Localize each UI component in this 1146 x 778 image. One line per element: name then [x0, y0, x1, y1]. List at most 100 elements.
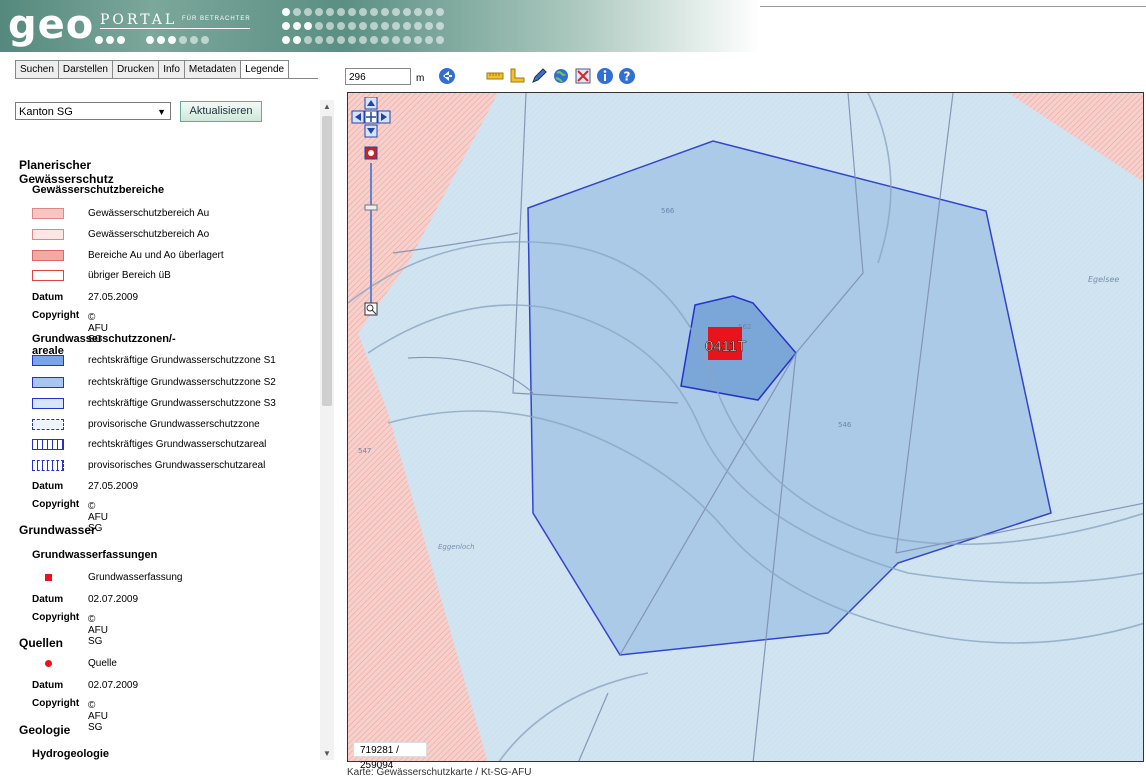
- legend-item: Gewässerschutzbereich Ao: [32, 227, 209, 241]
- datum-value: 27.05.2009: [88, 481, 139, 492]
- swatch-wrap: [32, 659, 64, 667]
- header-rule: [760, 6, 1146, 7]
- legend-item-label: Bereiche Au und Ao überlagert: [88, 249, 224, 261]
- legend-item: provisorisches Grundwasserschutzareal: [32, 458, 265, 472]
- legend-scrollbar[interactable]: ▲ ▼: [320, 100, 334, 760]
- swatch-ao: [32, 228, 64, 240]
- pan-up-icon[interactable]: [364, 97, 378, 110]
- legend-item-label: Grundwasserfassung: [88, 571, 183, 583]
- legend-item: rechtskräftiges Grundwasserschutzareal: [32, 437, 266, 451]
- height-label: 566: [661, 207, 675, 215]
- pan-right-icon[interactable]: [377, 110, 391, 124]
- scroll-up-icon[interactable]: ▲: [323, 102, 331, 111]
- height-label: 546: [838, 421, 852, 429]
- legend-group-title: Gewässerschutzbereiche: [32, 184, 165, 196]
- tab-bar: Suchen Darstellen Drucken Info Metadaten…: [15, 60, 290, 79]
- place-label: Egelsee: [1088, 275, 1119, 284]
- swatch-s3: [32, 397, 64, 409]
- legend-item: Bereiche Au und Ao überlagert: [32, 248, 224, 262]
- legend-item-label: Gewässerschutzbereich Ao: [88, 228, 210, 240]
- copyright-value: © AFU SG: [88, 614, 108, 647]
- portal-subtitle: FÜR BETRACHTER: [182, 16, 251, 22]
- pan-down-icon[interactable]: [364, 124, 378, 138]
- tab-metadaten[interactable]: Metadaten: [183, 60, 241, 79]
- legend-section-title: Geologie: [19, 723, 71, 737]
- copyright-label: Copyright: [32, 698, 80, 709]
- pencil-icon[interactable]: [530, 67, 548, 85]
- legend-item-label: rechtskräftiges Grundwasserschutzareal: [88, 438, 267, 450]
- banner-dots: [146, 36, 209, 44]
- zoom-slider-thumb[interactable]: [364, 204, 378, 211]
- area-measure-icon[interactable]: [508, 67, 526, 85]
- ruler-icon[interactable]: [486, 67, 504, 85]
- datum-value: 02.07.2009: [88, 680, 139, 691]
- legend-item: rechtskräftige Grundwasserschutzzone S3: [32, 396, 276, 410]
- zoom-track[interactable]: [370, 163, 372, 313]
- tab-suchen[interactable]: Suchen: [15, 60, 58, 79]
- legend-item-label: provisorisches Grundwasserschutzareal: [88, 459, 266, 471]
- map-canvas[interactable]: 566 562 546 547 Egelsee Eggenloch 0411T: [347, 92, 1144, 762]
- swatch-overlap: [32, 249, 64, 261]
- pan-left-icon[interactable]: [351, 110, 365, 124]
- legend-item: Grundwasserfassung: [32, 570, 183, 584]
- copyright-label: Copyright: [32, 612, 80, 623]
- place-label: Eggenloch: [438, 543, 475, 551]
- clear-map-icon[interactable]: [574, 67, 592, 85]
- tab-legende[interactable]: Legende: [240, 60, 290, 79]
- legend-item-label: Quelle: [88, 657, 117, 669]
- swatch-provisional-areal: [32, 459, 64, 471]
- coordinate-readout: 719281 / 259094: [353, 742, 427, 771]
- tab-info[interactable]: Info: [158, 60, 184, 79]
- legend-section-title: Quellen: [19, 636, 64, 650]
- globe-icon[interactable]: [552, 67, 570, 85]
- datum-label: Datum: [32, 481, 64, 492]
- swatch-s2: [32, 376, 64, 388]
- scroll-down-icon[interactable]: ▼: [323, 749, 331, 758]
- copyright-value: © AFU SG: [88, 700, 108, 733]
- datum-label: Datum: [32, 594, 64, 605]
- map-drawing: 566 562 546 547 Egelsee Eggenloch 0411T: [348, 93, 1143, 761]
- datum-value: 27.05.2009: [88, 292, 139, 303]
- help-icon[interactable]: ?: [618, 67, 636, 85]
- swatch-wrap: [32, 573, 64, 581]
- legend-item-label: rechtskräftige Grundwasserschutzzone S1: [88, 354, 276, 366]
- swatch-s1: [32, 354, 64, 366]
- zoom-full-icon[interactable]: [364, 146, 378, 160]
- legend-item: provisorische Grundwasserschutzzone: [32, 417, 260, 431]
- legend-item-label: rechtskräftige Grundwasserschutzzone S3: [88, 397, 276, 409]
- zoom-box-icon[interactable]: [364, 302, 378, 316]
- header-banner: geo PORTAL FÜR BETRACHTER: [0, 0, 760, 52]
- legend-item: Quelle: [32, 656, 117, 670]
- legend-item: Gewässerschutzbereich Au: [32, 206, 209, 220]
- banner-dots: [282, 36, 444, 44]
- legend-section-title: Planerischer Gewässerschutz: [19, 158, 114, 186]
- scale-input[interactable]: 296: [345, 68, 411, 85]
- legend-section-title: Grundwasser: [19, 523, 96, 537]
- info-icon[interactable]: [596, 67, 614, 85]
- well-square-icon: [44, 573, 52, 581]
- update-button[interactable]: Aktualisieren: [180, 101, 262, 122]
- scale-unit: m: [416, 73, 425, 84]
- legend-item: übriger Bereich üB: [32, 268, 171, 282]
- spring-dot-icon: [44, 659, 52, 667]
- pan-center-icon[interactable]: [364, 110, 378, 124]
- tab-darstellen[interactable]: Darstellen: [57, 60, 112, 79]
- area-select[interactable]: Kanton SG ▼: [15, 102, 171, 120]
- legend-item-label: provisorische Grundwasserschutzzone: [88, 418, 260, 430]
- tab-drucken[interactable]: Drucken: [111, 60, 159, 79]
- map-navigation: [351, 97, 391, 316]
- back-arrow-icon[interactable]: [438, 67, 456, 85]
- legend-item-label: rechtskräftige Grundwasserschutzzone S2: [88, 376, 276, 388]
- svg-text:?: ?: [624, 70, 631, 84]
- datum-label: Datum: [32, 292, 64, 303]
- scroll-thumb[interactable]: [322, 116, 332, 406]
- datum-value: 02.07.2009: [88, 594, 139, 605]
- swatch-ub: [32, 269, 64, 281]
- portal-title: PORTAL: [100, 12, 178, 28]
- geo-logo: geo: [8, 2, 95, 48]
- well-label: 0411T: [705, 338, 746, 355]
- tab-underline: [15, 78, 318, 79]
- banner-rule: [100, 28, 250, 29]
- map-caption: Karte: Gewässerschutzkarte / Kt-SG-AFU: [347, 767, 532, 778]
- banner-dots: [282, 22, 444, 30]
